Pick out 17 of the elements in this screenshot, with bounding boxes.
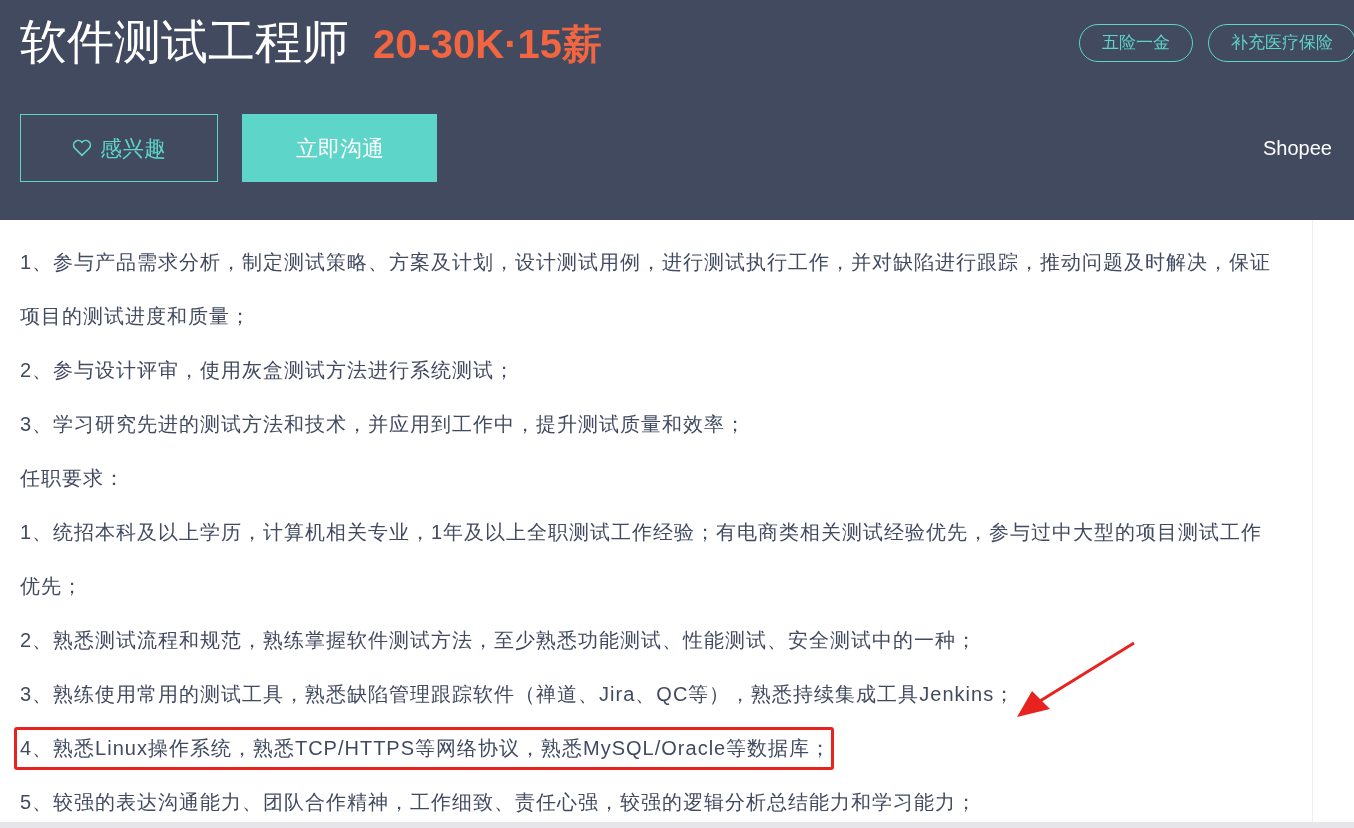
arrow-icon	[1017, 641, 1135, 717]
requirement-line: 2、熟悉测试流程和规范，熟练掌握软件测试方法，至少熟悉功能测试、性能测试、安全测试中的一种；	[20, 628, 978, 653]
requirement-line: 3、学习研究先进的测试方法和技术，并应用到工作中，提升测试质量和效率；	[20, 412, 747, 437]
requirement-line: 优先；	[20, 574, 83, 599]
requirement-line: 4、熟悉Linux操作系统，熟悉TCP/HTTPS等网络协议，熟悉MySQL/Oracle等数据库；	[20, 736, 832, 761]
requirement-line: 1、参与产品需求分析，制定测试策略、方案及计划，设计测试用例，进行测试执行工作，并对缺陷进行跟踪，推动问题及时解决，保证	[20, 250, 1272, 275]
job-title: 软件测试工程师	[20, 14, 349, 70]
interest-button[interactable]: 感兴趣	[20, 114, 218, 182]
requirement-line: 项目的测试进度和质量；	[20, 304, 251, 329]
requirement-line: 5、较强的表达沟通能力、团队合作精神，工作细致、责任心强，较强的逻辑分析总结能力和学习能力；	[20, 790, 978, 815]
heart-icon	[72, 139, 92, 157]
company-name: Shopee	[1263, 136, 1332, 161]
requirement-line: 1、统招本科及以上学历，计算机相关专业，1年及以上全职测试工作经验；有电商类相关测试经验优先，参与过中大型的项目测试工作	[20, 520, 1263, 545]
salary: 20-30K·15薪	[373, 21, 602, 68]
requirement-line: 3、熟练使用常用的测试工具，熟悉缺陷管理跟踪软件（禅道、Jira、QC等），熟悉持续集成工具Jenkins；	[20, 682, 1016, 707]
requirement-line: 任职要求：	[20, 466, 125, 491]
requirement-line: 2、参与设计评审，使用灰盒测试方法进行系统测试；	[20, 358, 516, 383]
